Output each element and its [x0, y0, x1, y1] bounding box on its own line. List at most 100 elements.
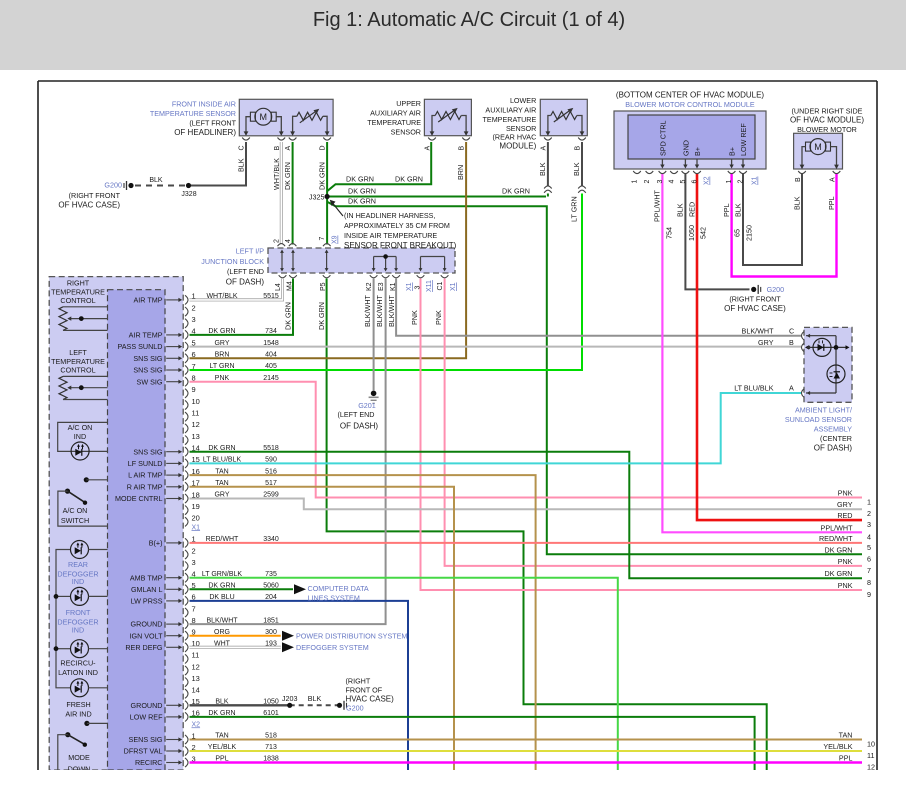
- svg-text:TEMPERATURE SENSOR: TEMPERATURE SENSOR: [150, 109, 236, 118]
- svg-text:AUXILIARY AIR: AUXILIARY AIR: [485, 106, 536, 115]
- svg-text:11: 11: [867, 751, 874, 760]
- svg-text:BLK: BLK: [308, 694, 322, 703]
- svg-text:LEFT I/P: LEFT I/P: [236, 247, 264, 256]
- svg-text:RED: RED: [687, 202, 696, 217]
- svg-text:X1: X1: [752, 176, 759, 185]
- svg-text:B(+): B(+): [149, 539, 163, 548]
- svg-text:TEMPERATURE: TEMPERATURE: [483, 115, 537, 124]
- svg-text:7: 7: [192, 604, 196, 613]
- svg-text:2: 2: [192, 546, 196, 555]
- svg-text:LOWER: LOWER: [510, 96, 536, 105]
- svg-text:SENSOR FRONT BREAKOUT): SENSOR FRONT BREAKOUT): [344, 241, 457, 250]
- svg-text:LW PRSS: LW PRSS: [131, 597, 163, 606]
- svg-text:PASS SUNLD: PASS SUNLD: [117, 342, 162, 351]
- svg-text:M: M: [814, 142, 822, 152]
- svg-text:3: 3: [192, 558, 196, 567]
- svg-text:12: 12: [192, 420, 200, 429]
- svg-text:AIR TEMP: AIR TEMP: [129, 331, 163, 340]
- svg-text:PPL/WHT: PPL/WHT: [652, 189, 661, 222]
- svg-text:ASSEMBLY: ASSEMBLY: [814, 425, 852, 434]
- svg-text:SNS SIG: SNS SIG: [133, 447, 163, 456]
- svg-text:11: 11: [192, 409, 200, 418]
- svg-text:B: B: [274, 146, 281, 151]
- svg-text:SNS SIG: SNS SIG: [133, 354, 163, 363]
- svg-text:65: 65: [733, 229, 742, 237]
- svg-text:2: 2: [738, 180, 745, 184]
- svg-text:BRN: BRN: [456, 165, 465, 180]
- svg-text:(CENTER: (CENTER: [820, 434, 852, 443]
- svg-text:B+: B+: [728, 147, 737, 156]
- svg-text:A: A: [540, 146, 547, 151]
- svg-text:RIGHT: RIGHT: [67, 279, 90, 288]
- svg-text:BLK/WHT: BLK/WHT: [375, 294, 384, 327]
- svg-text:B: B: [789, 338, 794, 347]
- svg-text:13: 13: [192, 674, 200, 683]
- svg-text:G200: G200: [767, 285, 785, 294]
- svg-text:AMB TMP: AMB TMP: [130, 573, 163, 582]
- svg-text:BLOWER MOTOR: BLOWER MOTOR: [797, 125, 857, 134]
- svg-text:GROUND: GROUND: [131, 701, 163, 710]
- svg-text:IND: IND: [74, 432, 86, 441]
- svg-text:9: 9: [867, 590, 871, 599]
- svg-text:4: 4: [669, 180, 676, 184]
- svg-text:(RIGHT: (RIGHT: [346, 677, 371, 686]
- svg-text:10: 10: [192, 397, 200, 406]
- svg-text:B+: B+: [693, 147, 702, 156]
- svg-text:FRESH: FRESH: [66, 700, 90, 709]
- svg-text:DK GRN: DK GRN: [395, 174, 423, 183]
- svg-text:SWITCH: SWITCH: [61, 516, 89, 525]
- svg-text:RED/WHT: RED/WHT: [819, 534, 853, 543]
- svg-text:BLK: BLK: [538, 162, 547, 176]
- svg-text:LATION IND: LATION IND: [58, 668, 98, 677]
- svg-text:CONTROL: CONTROL: [60, 366, 95, 375]
- svg-text:542: 542: [698, 227, 707, 239]
- svg-text:MODE CNTRL: MODE CNTRL: [115, 494, 163, 503]
- svg-text:LOW REF: LOW REF: [130, 713, 163, 722]
- svg-text:(REAR HVAC: (REAR HVAC: [493, 133, 537, 142]
- svg-text:BLK/WHT: BLK/WHT: [363, 294, 372, 327]
- svg-text:14: 14: [192, 686, 200, 695]
- svg-text:E3: E3: [378, 282, 385, 291]
- svg-text:BLK: BLK: [675, 203, 684, 217]
- svg-text:OF DASH): OF DASH): [814, 444, 853, 453]
- svg-text:SENS SIG: SENS SIG: [129, 735, 163, 744]
- svg-text:5: 5: [680, 180, 687, 184]
- svg-text:LINES SYSTEM: LINES SYSTEM: [308, 593, 360, 602]
- svg-text:GND: GND: [681, 140, 690, 156]
- svg-text:DK GRN: DK GRN: [825, 569, 853, 578]
- svg-text:754: 754: [664, 227, 673, 239]
- svg-text:(BOTTOM CENTER OF HVAC MODULE): (BOTTOM CENTER OF HVAC MODULE): [616, 91, 764, 100]
- svg-text:IGN VOLT: IGN VOLT: [129, 631, 163, 640]
- svg-text:DK GRN: DK GRN: [346, 174, 374, 183]
- svg-text:TAN: TAN: [839, 731, 853, 740]
- svg-text:K1: K1: [390, 282, 397, 291]
- svg-text:2: 2: [644, 180, 651, 184]
- svg-text:J325: J325: [309, 192, 325, 201]
- svg-text:GROUND: GROUND: [131, 620, 163, 629]
- svg-text:A/C ON: A/C ON: [68, 423, 93, 432]
- svg-text:MODULE): MODULE): [499, 142, 536, 151]
- svg-text:OF HVAC CASE): OF HVAC CASE): [724, 304, 786, 313]
- svg-text:YEL/BLK: YEL/BLK: [823, 742, 852, 751]
- svg-text:PPL: PPL: [722, 203, 731, 217]
- svg-text:RECIRCU-: RECIRCU-: [60, 659, 96, 668]
- svg-text:RECIRC: RECIRC: [135, 758, 163, 767]
- svg-text:SW SIG: SW SIG: [137, 377, 163, 386]
- svg-text:UPPER: UPPER: [396, 99, 421, 108]
- svg-text:PPL: PPL: [839, 754, 853, 763]
- svg-text:TEMPERATURE: TEMPERATURE: [367, 118, 421, 127]
- svg-text:IND: IND: [72, 577, 84, 586]
- svg-text:19: 19: [192, 502, 200, 511]
- svg-text:K2: K2: [366, 282, 373, 291]
- svg-text:4: 4: [867, 532, 871, 541]
- svg-text:M: M: [260, 112, 268, 122]
- svg-text:12: 12: [192, 662, 200, 671]
- svg-text:BLK: BLK: [149, 177, 163, 184]
- svg-text:3: 3: [415, 286, 422, 290]
- svg-text:PNK: PNK: [838, 489, 853, 498]
- svg-text:1: 1: [632, 180, 639, 184]
- svg-text:B: B: [459, 146, 466, 151]
- svg-text:PNK: PNK: [410, 310, 419, 325]
- svg-text:1: 1: [867, 498, 871, 507]
- svg-text:LF SUNLD: LF SUNLD: [128, 459, 163, 468]
